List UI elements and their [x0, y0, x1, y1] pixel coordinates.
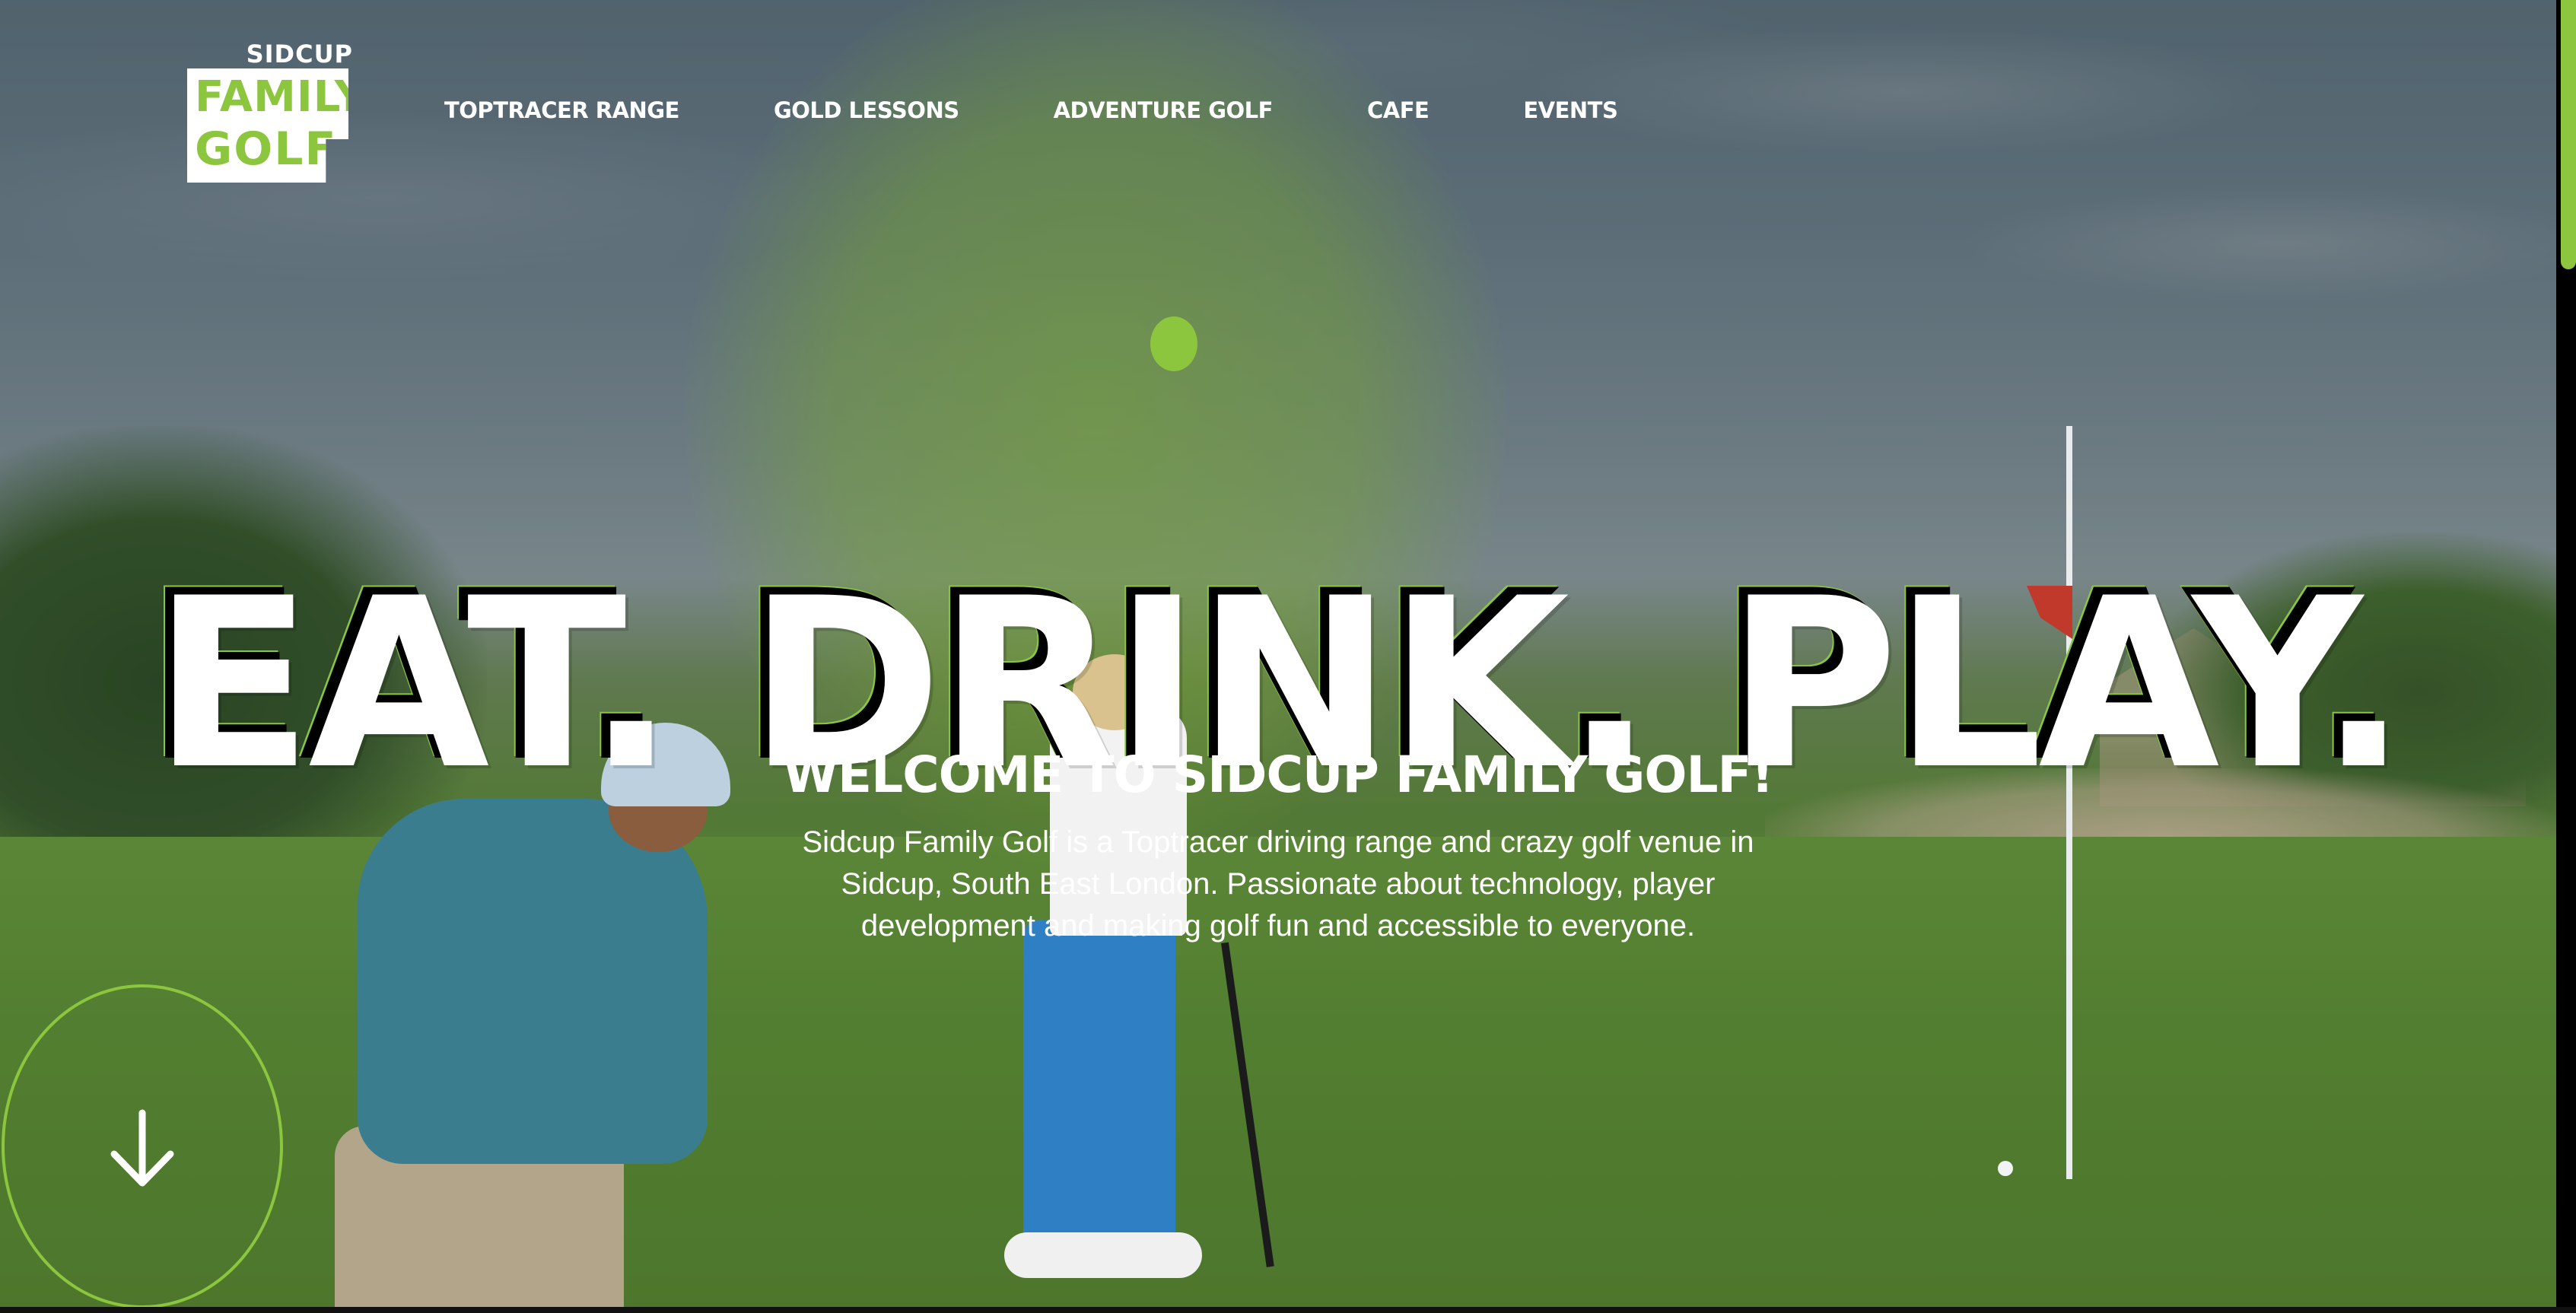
golfer-standing-pants	[1023, 920, 1175, 1240]
nav-item-events[interactable]: EVENTS	[1523, 97, 1618, 123]
nav-item-cafe[interactable]: CAFE	[1367, 97, 1430, 123]
arrow-down-icon	[110, 1109, 174, 1187]
golfer-kneeling-body	[358, 799, 708, 1164]
golfer-standing-shoes	[1004, 1232, 1202, 1278]
logo-golf-text: GOLF	[195, 122, 338, 176]
logo-sidcup-text: SIDCUP	[246, 40, 353, 68]
welcome-heading: WELCOME TO SIDCUP FAMILY GOLF!	[783, 745, 1773, 804]
scroll-down-button[interactable]	[2, 984, 283, 1308]
intro-text: Sidcup Family Golf is a Toptracer drivin…	[802, 825, 1754, 943]
main-nav: TOPTRACER RANGE GOLD LESSONS ADVENTURE G…	[444, 97, 1618, 123]
page: SIDCUP FAMILY GOLF TOPTRACER RANGE GOLD …	[0, 0, 2576, 1313]
site-logo[interactable]: SIDCUP FAMILY GOLF	[187, 40, 353, 183]
golf-ball	[1998, 1161, 2013, 1176]
logo-family-text: FAMILY	[195, 72, 367, 122]
nav-item-toptracer-range[interactable]: TOPTRACER RANGE	[444, 97, 679, 123]
nav-item-gold-lessons[interactable]: GOLD LESSONS	[774, 97, 959, 123]
bottom-edge	[0, 1307, 2576, 1313]
accent-dot	[1150, 316, 1197, 371]
nav-item-adventure-golf[interactable]: ADVENTURE GOLF	[1054, 97, 1274, 123]
logo-badge: FAMILY GOLF	[187, 68, 348, 183]
scrollbar-thumb[interactable]	[2561, 0, 2576, 269]
